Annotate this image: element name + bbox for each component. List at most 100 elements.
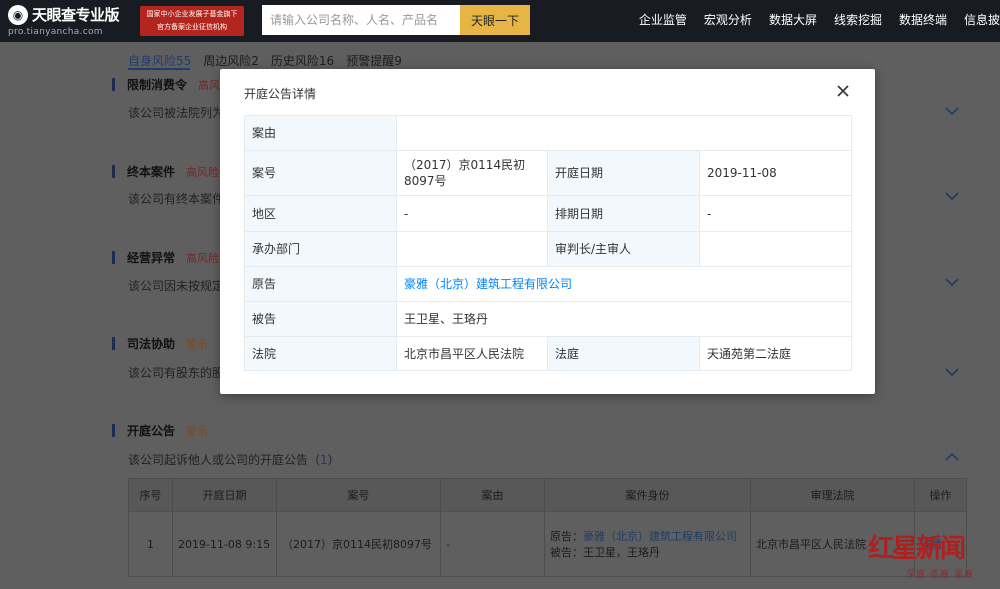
- certification-badge: 国家中小企业发展子基金旗下 官方备案企业征信机构: [140, 6, 244, 36]
- search-input[interactable]: [262, 5, 460, 35]
- chevron-down-icon[interactable]: [945, 191, 959, 201]
- nav-item-macro[interactable]: 宏观分析: [704, 0, 752, 42]
- section-title: 限制消费令: [127, 78, 188, 92]
- cause-value: [396, 115, 852, 151]
- logo-url: pro.tianyancha.com: [8, 27, 103, 37]
- detail-row-region: 地区 - 排期日期 -: [244, 195, 852, 232]
- nav-item-disclosure[interactable]: 信息披: [964, 0, 1000, 42]
- defendant-names: 王卫星，王珞丹: [583, 546, 660, 559]
- risk-tag: 高风险: [186, 165, 220, 179]
- tab-surrounding-risk[interactable]: 周边风险2: [203, 52, 259, 69]
- tab-own-risk[interactable]: 自身风险55: [128, 52, 191, 69]
- detail-row-cause: 案由: [244, 115, 852, 151]
- judge-label: 审判长/主审人: [547, 231, 700, 267]
- row-party: 原告：豪雅（北京）建筑工程有限公司 被告：王卫星，王珞丹: [544, 511, 751, 577]
- col-date: 开庭日期: [172, 478, 277, 512]
- col-action: 操作: [914, 478, 967, 512]
- search-box: 天眼一下: [262, 5, 530, 35]
- courtroom-label: 法庭: [547, 336, 700, 371]
- modal-title: 开庭公告详情: [244, 87, 317, 101]
- row-case-no: （2017）京0114民初8097号: [276, 511, 441, 577]
- judge-value: [699, 231, 852, 267]
- risk-tag: 高风险: [186, 251, 220, 265]
- detail-table: 案由 案号 （2017）京0114民初8097号 开庭日期 2019-11-08…: [244, 115, 852, 371]
- col-cause: 案由: [440, 478, 545, 512]
- section-desc: 该公司因未按规定: [128, 279, 225, 293]
- main-nav: 企业监管 宏观分析 数据大屏 线索挖掘 数据终端 信息披: [622, 0, 1000, 42]
- section-desc: 该公司被法院列为: [128, 106, 225, 120]
- section-title: 经营异常: [127, 251, 176, 265]
- section-abnormal-operation: 经营异常 高风险: [112, 249, 222, 266]
- plaintiff-label: 原告：: [550, 530, 583, 543]
- court-value: 北京市昌平区人民法院: [396, 336, 548, 371]
- plaintiff-link[interactable]: 豪雅（北京）建筑工程有限公司: [583, 530, 737, 543]
- table-row: 1 2019-11-08 9:15 （2017）京0114民初8097号 - 原…: [128, 511, 967, 577]
- desc-suffix: ）: [327, 453, 340, 467]
- defendant-label: 被告：: [550, 546, 583, 559]
- chevron-up-icon[interactable]: [945, 452, 959, 462]
- section-desc: 该公司有终本案件: [128, 192, 225, 206]
- watermark: 红星新闻 深度 态度 温度: [868, 528, 994, 582]
- nav-item-big-screen[interactable]: 数据大屏: [769, 0, 817, 42]
- risk-subtabs: 自身风险55 周边风险2 历史风险16 预警提醒9: [128, 52, 414, 69]
- section-bar: [112, 78, 115, 91]
- col-court: 审理法院: [750, 478, 915, 512]
- dept-label: 承办部门: [244, 231, 397, 267]
- notice-count[interactable]: 1: [320, 453, 328, 467]
- courtroom-value: 天通苑第二法庭: [699, 336, 852, 371]
- plaintiff-label: 原告: [244, 266, 397, 302]
- col-party: 案件身份: [544, 478, 751, 512]
- active-tab-underline: [128, 68, 190, 70]
- section-bar: [112, 251, 115, 264]
- detail-row-plaintiff: 原告 豪雅（北京）建筑工程有限公司: [244, 266, 852, 302]
- dept-value: [396, 231, 548, 267]
- search-button[interactable]: 天眼一下: [460, 5, 530, 35]
- section-title: 司法协助: [127, 337, 176, 351]
- section-desc: 该公司有股东的股: [128, 366, 225, 380]
- court-label: 法院: [244, 336, 397, 371]
- defendant-value: 王卫星、王珞丹: [396, 301, 852, 337]
- open-date-label: 开庭日期: [547, 150, 700, 196]
- case-no-value: （2017）京0114民初8097号: [396, 150, 548, 196]
- section-court-notice: 开庭公告 警示: [112, 422, 211, 439]
- top-bar: ◉ 天眼查专业版 pro.tianyancha.com 国家中小企业发展子基金旗…: [0, 0, 1000, 42]
- row-cause: -: [440, 511, 545, 577]
- section-bar: [112, 424, 115, 437]
- schedule-label: 排期日期: [547, 195, 700, 232]
- table-header-row: 序号 开庭日期 案号 案由 案件身份 审理法院 操作: [128, 478, 967, 512]
- warning-tag: 警示: [186, 337, 209, 351]
- cause-label: 案由: [244, 115, 397, 151]
- desc-prefix: 该公司起诉他人或公司的开庭公告（: [128, 453, 321, 467]
- chevron-down-icon[interactable]: [945, 277, 959, 287]
- nav-item-supervision[interactable]: 企业监管: [639, 0, 687, 42]
- nav-item-leads[interactable]: 线索挖掘: [834, 0, 882, 42]
- section-judicial-assistance: 司法协助 警示: [112, 335, 211, 352]
- watermark-slogan: 深度 态度 温度: [906, 570, 974, 580]
- row-index: 1: [128, 511, 173, 577]
- chevron-down-icon[interactable]: [945, 106, 959, 116]
- section-title: 开庭公告: [127, 424, 176, 438]
- court-notice-detail-modal: 开庭公告详情 案由 案号 （2017）京0114民初8097号 开庭日期 201…: [220, 69, 875, 394]
- schedule-value: -: [699, 195, 852, 232]
- section-desc: 该公司起诉他人或公司的开庭公告（1）: [128, 451, 340, 468]
- badge-line2: 官方备案企业征信机构: [157, 23, 227, 31]
- close-icon[interactable]: [835, 83, 851, 99]
- detail-row-case-no: 案号 （2017）京0114民初8097号 开庭日期 2019-11-08: [244, 150, 852, 196]
- section-bar: [112, 337, 115, 350]
- plaintiff-link[interactable]: 豪雅（北京）建筑工程有限公司: [396, 266, 852, 302]
- detail-row-dept: 承办部门 审判长/主审人: [244, 231, 852, 267]
- nav-item-terminal[interactable]: 数据终端: [899, 0, 947, 42]
- logo-eye-icon: ◉: [8, 4, 28, 25]
- case-no-label: 案号: [244, 150, 397, 196]
- chevron-down-icon[interactable]: [945, 367, 959, 377]
- watermark-logo: 红星新闻: [868, 534, 966, 564]
- defendant-label: 被告: [244, 301, 397, 337]
- region-label: 地区: [244, 195, 397, 232]
- detail-row-defendant: 被告 王卫星、王珞丹: [244, 301, 852, 337]
- tab-warning[interactable]: 预警提醒9: [346, 52, 402, 69]
- tab-history-risk[interactable]: 历史风险16: [271, 52, 334, 69]
- logo[interactable]: ◉ 天眼查专业版 pro.tianyancha.com: [8, 4, 136, 38]
- row-date: 2019-11-08 9:15: [172, 511, 277, 577]
- detail-row-court: 法院 北京市昌平区人民法院 法庭 天通苑第二法庭: [244, 336, 852, 371]
- col-case-no: 案号: [276, 478, 441, 512]
